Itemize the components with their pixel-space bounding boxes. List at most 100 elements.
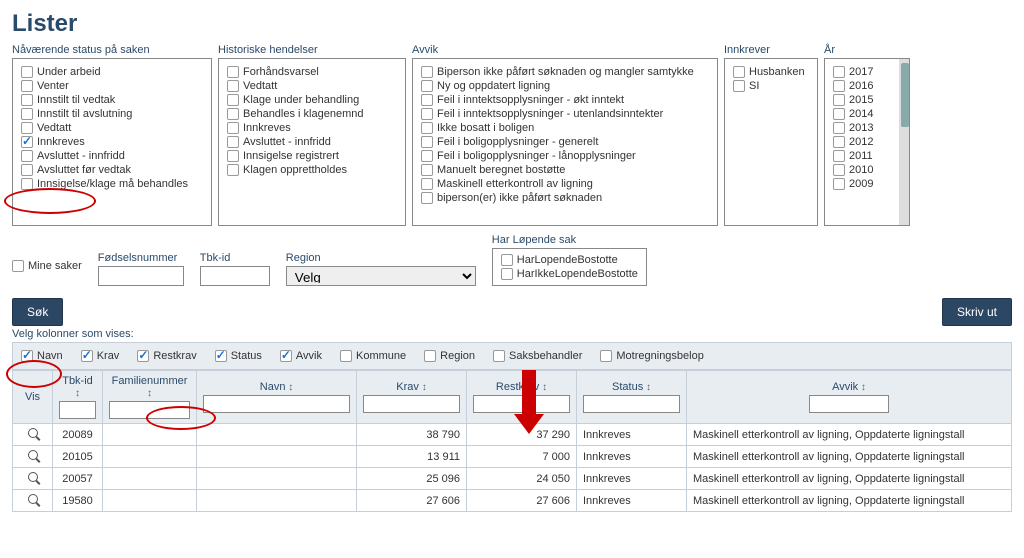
th-familienr[interactable]: Familienummer [109, 375, 190, 399]
filter-navn[interactable] [203, 395, 350, 413]
innkrever-item[interactable]: Husbanken [733, 65, 809, 79]
historic-item[interactable]: Vedtatt [227, 79, 397, 93]
column-toggle[interactable]: Region [424, 349, 475, 363]
historic-item[interactable]: Klagen opprettholdes [227, 163, 397, 177]
print-button[interactable]: Skriv ut [942, 298, 1012, 326]
year-item[interactable]: 2014 [833, 107, 901, 121]
th-restkrav[interactable]: Restkrav [473, 381, 570, 393]
year-checkbox[interactable] [833, 108, 845, 120]
avvik-item[interactable]: Feil i boligopplysninger - lånopplysning… [421, 149, 709, 163]
year-checkbox[interactable] [833, 66, 845, 78]
search-button[interactable]: Søk [12, 298, 63, 326]
column-toggle[interactable]: Kommune [340, 349, 406, 363]
historic-item[interactable]: Avsluttet - innfridd [227, 135, 397, 149]
view-icon[interactable] [28, 472, 38, 482]
status-item[interactable]: Avsluttet - innfridd [21, 149, 203, 163]
historic-item[interactable]: Klage under behandling [227, 93, 397, 107]
th-tbkid[interactable]: Tbk-id [59, 375, 96, 399]
year-item[interactable]: 2010 [833, 163, 901, 177]
historic-item[interactable]: Innkreves [227, 121, 397, 135]
avvik-checkbox[interactable] [421, 108, 433, 120]
avvik-checkbox[interactable] [421, 150, 433, 162]
filter-familienr[interactable] [109, 401, 190, 419]
status-checkbox[interactable] [21, 94, 33, 106]
status-checkbox[interactable] [21, 108, 33, 120]
historic-checkbox[interactable] [227, 136, 239, 148]
column-toggle[interactable]: Restkrav [137, 349, 196, 363]
avvik-checkbox[interactable] [421, 80, 433, 92]
column-checkbox[interactable] [493, 350, 505, 362]
column-checkbox[interactable] [21, 350, 33, 362]
avvik-item[interactable]: Feil i inntektsopplysninger - økt inntek… [421, 93, 709, 107]
status-item[interactable]: Vedtatt [21, 121, 203, 135]
region-select[interactable]: Velg [286, 266, 476, 286]
historic-checkbox[interactable] [227, 122, 239, 134]
status-item[interactable]: Innsigelse/klage må behandles [21, 177, 203, 191]
year-item[interactable]: 2011 [833, 149, 901, 163]
avvik-checkbox[interactable] [421, 136, 433, 148]
year-item[interactable]: 2015 [833, 93, 901, 107]
column-checkbox[interactable] [215, 350, 227, 362]
avvik-item[interactable]: Feil i inntektsopplysninger - utenlandsi… [421, 107, 709, 121]
avvik-item[interactable]: Maskinell etterkontroll av ligning [421, 177, 709, 191]
historic-checkbox[interactable] [227, 150, 239, 162]
year-item[interactable]: 2009 [833, 177, 901, 191]
column-checkbox[interactable] [424, 350, 436, 362]
filter-restkrav[interactable] [473, 395, 570, 413]
tbk-input[interactable] [200, 266, 270, 286]
historic-checkbox[interactable] [227, 108, 239, 120]
view-icon[interactable] [28, 450, 38, 460]
year-item[interactable]: 2013 [833, 121, 901, 135]
avvik-checkbox[interactable] [421, 94, 433, 106]
historic-checkbox[interactable] [227, 80, 239, 92]
fnr-input[interactable] [98, 266, 184, 286]
year-checkbox[interactable] [833, 80, 845, 92]
avvik-item[interactable]: Biperson ikke påført søknaden og mangler… [421, 65, 709, 79]
column-checkbox[interactable] [137, 350, 149, 362]
status-item[interactable]: Innkreves [21, 135, 203, 149]
filter-krav[interactable] [363, 395, 460, 413]
column-toggle[interactable]: Avvik [280, 349, 322, 363]
historic-checkbox[interactable] [227, 164, 239, 176]
column-checkbox[interactable] [600, 350, 612, 362]
historic-checkbox[interactable] [227, 94, 239, 106]
status-item[interactable]: Avsluttet før vedtak [21, 163, 203, 177]
th-navn[interactable]: Navn [203, 381, 350, 393]
status-checkbox[interactable] [21, 66, 33, 78]
status-item[interactable]: Venter [21, 79, 203, 93]
status-item[interactable]: Innstilt til avslutning [21, 107, 203, 121]
avvik-checkbox[interactable] [421, 192, 433, 204]
historic-item[interactable]: Forhåndsvarsel [227, 65, 397, 79]
status-checkbox[interactable] [21, 150, 33, 162]
avvik-item[interactable]: Feil i boligopplysninger - generelt [421, 135, 709, 149]
status-item[interactable]: Under arbeid [21, 65, 203, 79]
column-checkbox[interactable] [280, 350, 292, 362]
avvik-checkbox[interactable] [421, 122, 433, 134]
year-item[interactable]: 2012 [833, 135, 901, 149]
avvik-item[interactable]: Manuelt beregnet bostøtte [421, 163, 709, 177]
view-icon[interactable] [28, 428, 38, 438]
column-toggle[interactable]: Krav [81, 349, 120, 363]
mine-saker-checkbox[interactable] [12, 260, 24, 272]
status-checkbox[interactable] [21, 122, 33, 134]
avvik-checkbox[interactable] [421, 66, 433, 78]
year-item[interactable]: 2017 [833, 65, 901, 79]
filter-status[interactable] [583, 395, 680, 413]
th-avvik[interactable]: Avvik [693, 381, 1005, 393]
avvik-item[interactable]: biperson(er) ikke påført søknaden [421, 191, 709, 205]
column-toggle[interactable]: Saksbehandler [493, 349, 582, 363]
innkrever-checkbox[interactable] [733, 80, 745, 92]
historic-item[interactable]: Behandles i klagenemnd [227, 107, 397, 121]
th-status[interactable]: Status [583, 381, 680, 393]
column-toggle[interactable]: Status [215, 349, 262, 363]
status-checkbox[interactable] [21, 164, 33, 176]
lopende2-checkbox[interactable] [501, 268, 513, 280]
historic-checkbox[interactable] [227, 66, 239, 78]
column-toggle[interactable]: Navn [21, 349, 63, 363]
th-krav[interactable]: Krav [363, 381, 460, 393]
year-checkbox[interactable] [833, 178, 845, 190]
year-item[interactable]: 2016 [833, 79, 901, 93]
year-checkbox[interactable] [833, 150, 845, 162]
column-toggle[interactable]: Motregningsbelop [600, 349, 703, 363]
innkrever-checkbox[interactable] [733, 66, 745, 78]
